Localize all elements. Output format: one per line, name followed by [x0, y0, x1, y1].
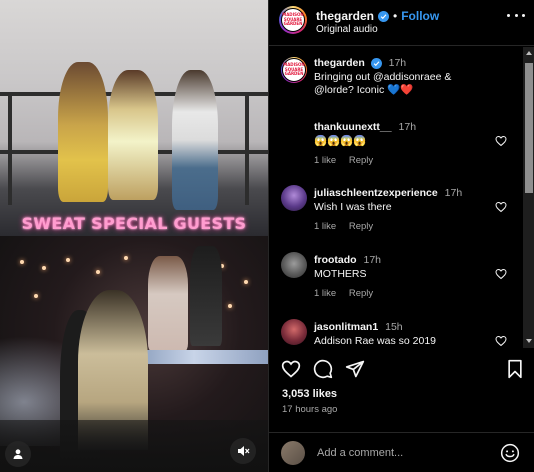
comments-scrollbar[interactable]: [523, 47, 534, 348]
post-detail-panel: MADISON SQUARE GARDEN thegarden • Follow…: [268, 0, 534, 472]
scrollbar-thumb[interactable]: [525, 63, 533, 193]
heart-icon[interactable]: [281, 359, 301, 379]
brand-logo: MADISON SQUARE GARDEN: [282, 58, 306, 82]
muted-speaker-icon: [238, 446, 250, 456]
post-actions: [269, 352, 534, 382]
post-header-user: thegarden • Follow: [316, 9, 439, 23]
reply-button[interactable]: Reply: [349, 155, 373, 166]
mute-button[interactable]: [230, 438, 256, 464]
follow-button[interactable]: Follow: [401, 9, 439, 23]
caption-text: Bringing out @addisonraee & @lorde? Icon…: [314, 71, 452, 96]
emoji-icon[interactable]: [500, 443, 520, 463]
comment-time: 17h: [398, 121, 417, 133]
comment-meta: 1 like Reply: [314, 155, 383, 166]
comment-username[interactable]: jasonlitman1: [314, 321, 378, 333]
tagged-users-button[interactable]: [5, 441, 31, 467]
comment-body: juliaschleentzexperience 17h Wish I was …: [314, 187, 494, 214]
comment-icon[interactable]: [313, 359, 333, 379]
performer-figure: [190, 246, 222, 346]
crowd: [0, 420, 268, 472]
caption-time: 17h: [388, 57, 407, 69]
post-header: MADISON SQUARE GARDEN thegarden • Follow…: [269, 0, 534, 46]
stage-light: [66, 258, 70, 262]
commenter-avatar[interactable]: [281, 252, 307, 278]
comment-username[interactable]: juliaschleentzexperience: [314, 187, 438, 199]
stage-light: [244, 280, 248, 284]
heart-icon[interactable]: [495, 201, 507, 213]
stage-light: [42, 266, 46, 270]
caption-body: thegarden 17h Bringing out @addisonraee …: [314, 57, 494, 97]
comment-time: 17h: [363, 254, 382, 266]
brand-logo-text: MADISON SQUARE GARDEN: [282, 12, 304, 27]
stage-light: [96, 270, 100, 274]
video-banner-text: SWEAT SPECIAL GUESTS: [21, 214, 247, 233]
caption-avatar[interactable]: MADISON SQUARE GARDEN: [281, 57, 307, 83]
performer-figure: [58, 62, 108, 202]
comment-likes[interactable]: 1 like: [314, 155, 336, 166]
stage-light: [228, 304, 232, 308]
verified-badge-icon: [378, 10, 390, 22]
separator-dot: •: [393, 9, 398, 23]
verified-badge-icon: [370, 58, 382, 69]
post-video[interactable]: SWEAT SPECIAL GUESTS: [0, 0, 268, 472]
scroll-down-arrow-icon[interactable]: [526, 339, 532, 343]
stage-light: [20, 260, 24, 264]
comment-text: MOTHERS: [314, 268, 367, 280]
railing-post: [8, 95, 12, 205]
commenter-avatar[interactable]: [281, 319, 307, 345]
brand-logo-text: MADISON SQUARE GARDEN: [283, 62, 305, 77]
stage-light: [34, 294, 38, 298]
performer-figure: [148, 256, 188, 351]
heart-icon[interactable]: [495, 335, 507, 347]
comment-likes[interactable]: 1 like: [314, 221, 336, 232]
account-username[interactable]: thegarden: [316, 9, 374, 23]
comment-username[interactable]: frootado: [314, 254, 357, 266]
comment-username[interactable]: thankuunextt__: [314, 121, 392, 133]
brand-logo: MADISON SQUARE GARDEN: [281, 8, 305, 32]
comment-time: 17h: [444, 187, 463, 199]
performer-figure: [172, 70, 218, 210]
comment-input[interactable]: [317, 445, 487, 461]
post-timestamp: 17 hours ago: [282, 404, 338, 415]
comment-text: 😱😱😱😱: [314, 135, 367, 147]
current-user-avatar: [281, 441, 305, 465]
comment-meta: 1 like Reply: [314, 288, 383, 299]
share-icon[interactable]: [345, 359, 365, 379]
more-options-icon[interactable]: [507, 14, 525, 20]
likes-count[interactable]: 3,053 likes: [282, 388, 337, 400]
heart-icon[interactable]: [495, 135, 507, 147]
comment-text: Addison Rae was so 2019: [314, 335, 436, 347]
heart-icon[interactable]: [495, 268, 507, 280]
comment-meta: 1 like Reply: [314, 221, 383, 232]
railing-post: [245, 95, 249, 205]
commenter-avatar[interactable]: [281, 185, 307, 211]
reply-button[interactable]: Reply: [349, 288, 373, 299]
comment-text: Wish I was there: [314, 201, 392, 213]
user-icon: [13, 449, 23, 459]
comment-time: 15h: [385, 321, 403, 333]
audio-label[interactable]: Original audio: [316, 24, 378, 35]
scroll-up-arrow-icon[interactable]: [526, 51, 532, 55]
account-avatar[interactable]: MADISON SQUARE GARDEN: [279, 6, 307, 34]
stage-light: [124, 256, 128, 260]
caption-username[interactable]: thegarden: [314, 57, 365, 69]
comment-body: frootado 17h MOTHERS: [314, 254, 494, 281]
reply-button[interactable]: Reply: [349, 221, 373, 232]
comment-composer: [269, 432, 534, 472]
bookmark-icon[interactable]: [505, 359, 525, 379]
comments-list: MADISON SQUARE GARDEN thegarden 17h Brin…: [269, 47, 534, 348]
comment-body: thankuunextt__ 17h 😱😱😱😱: [314, 121, 494, 148]
comment-body: jasonlitman1 15h Addison Rae was so 2019: [314, 321, 494, 348]
comment-likes[interactable]: 1 like: [314, 288, 336, 299]
performer-figure: [108, 70, 158, 200]
video-frame-top: [0, 0, 268, 236]
